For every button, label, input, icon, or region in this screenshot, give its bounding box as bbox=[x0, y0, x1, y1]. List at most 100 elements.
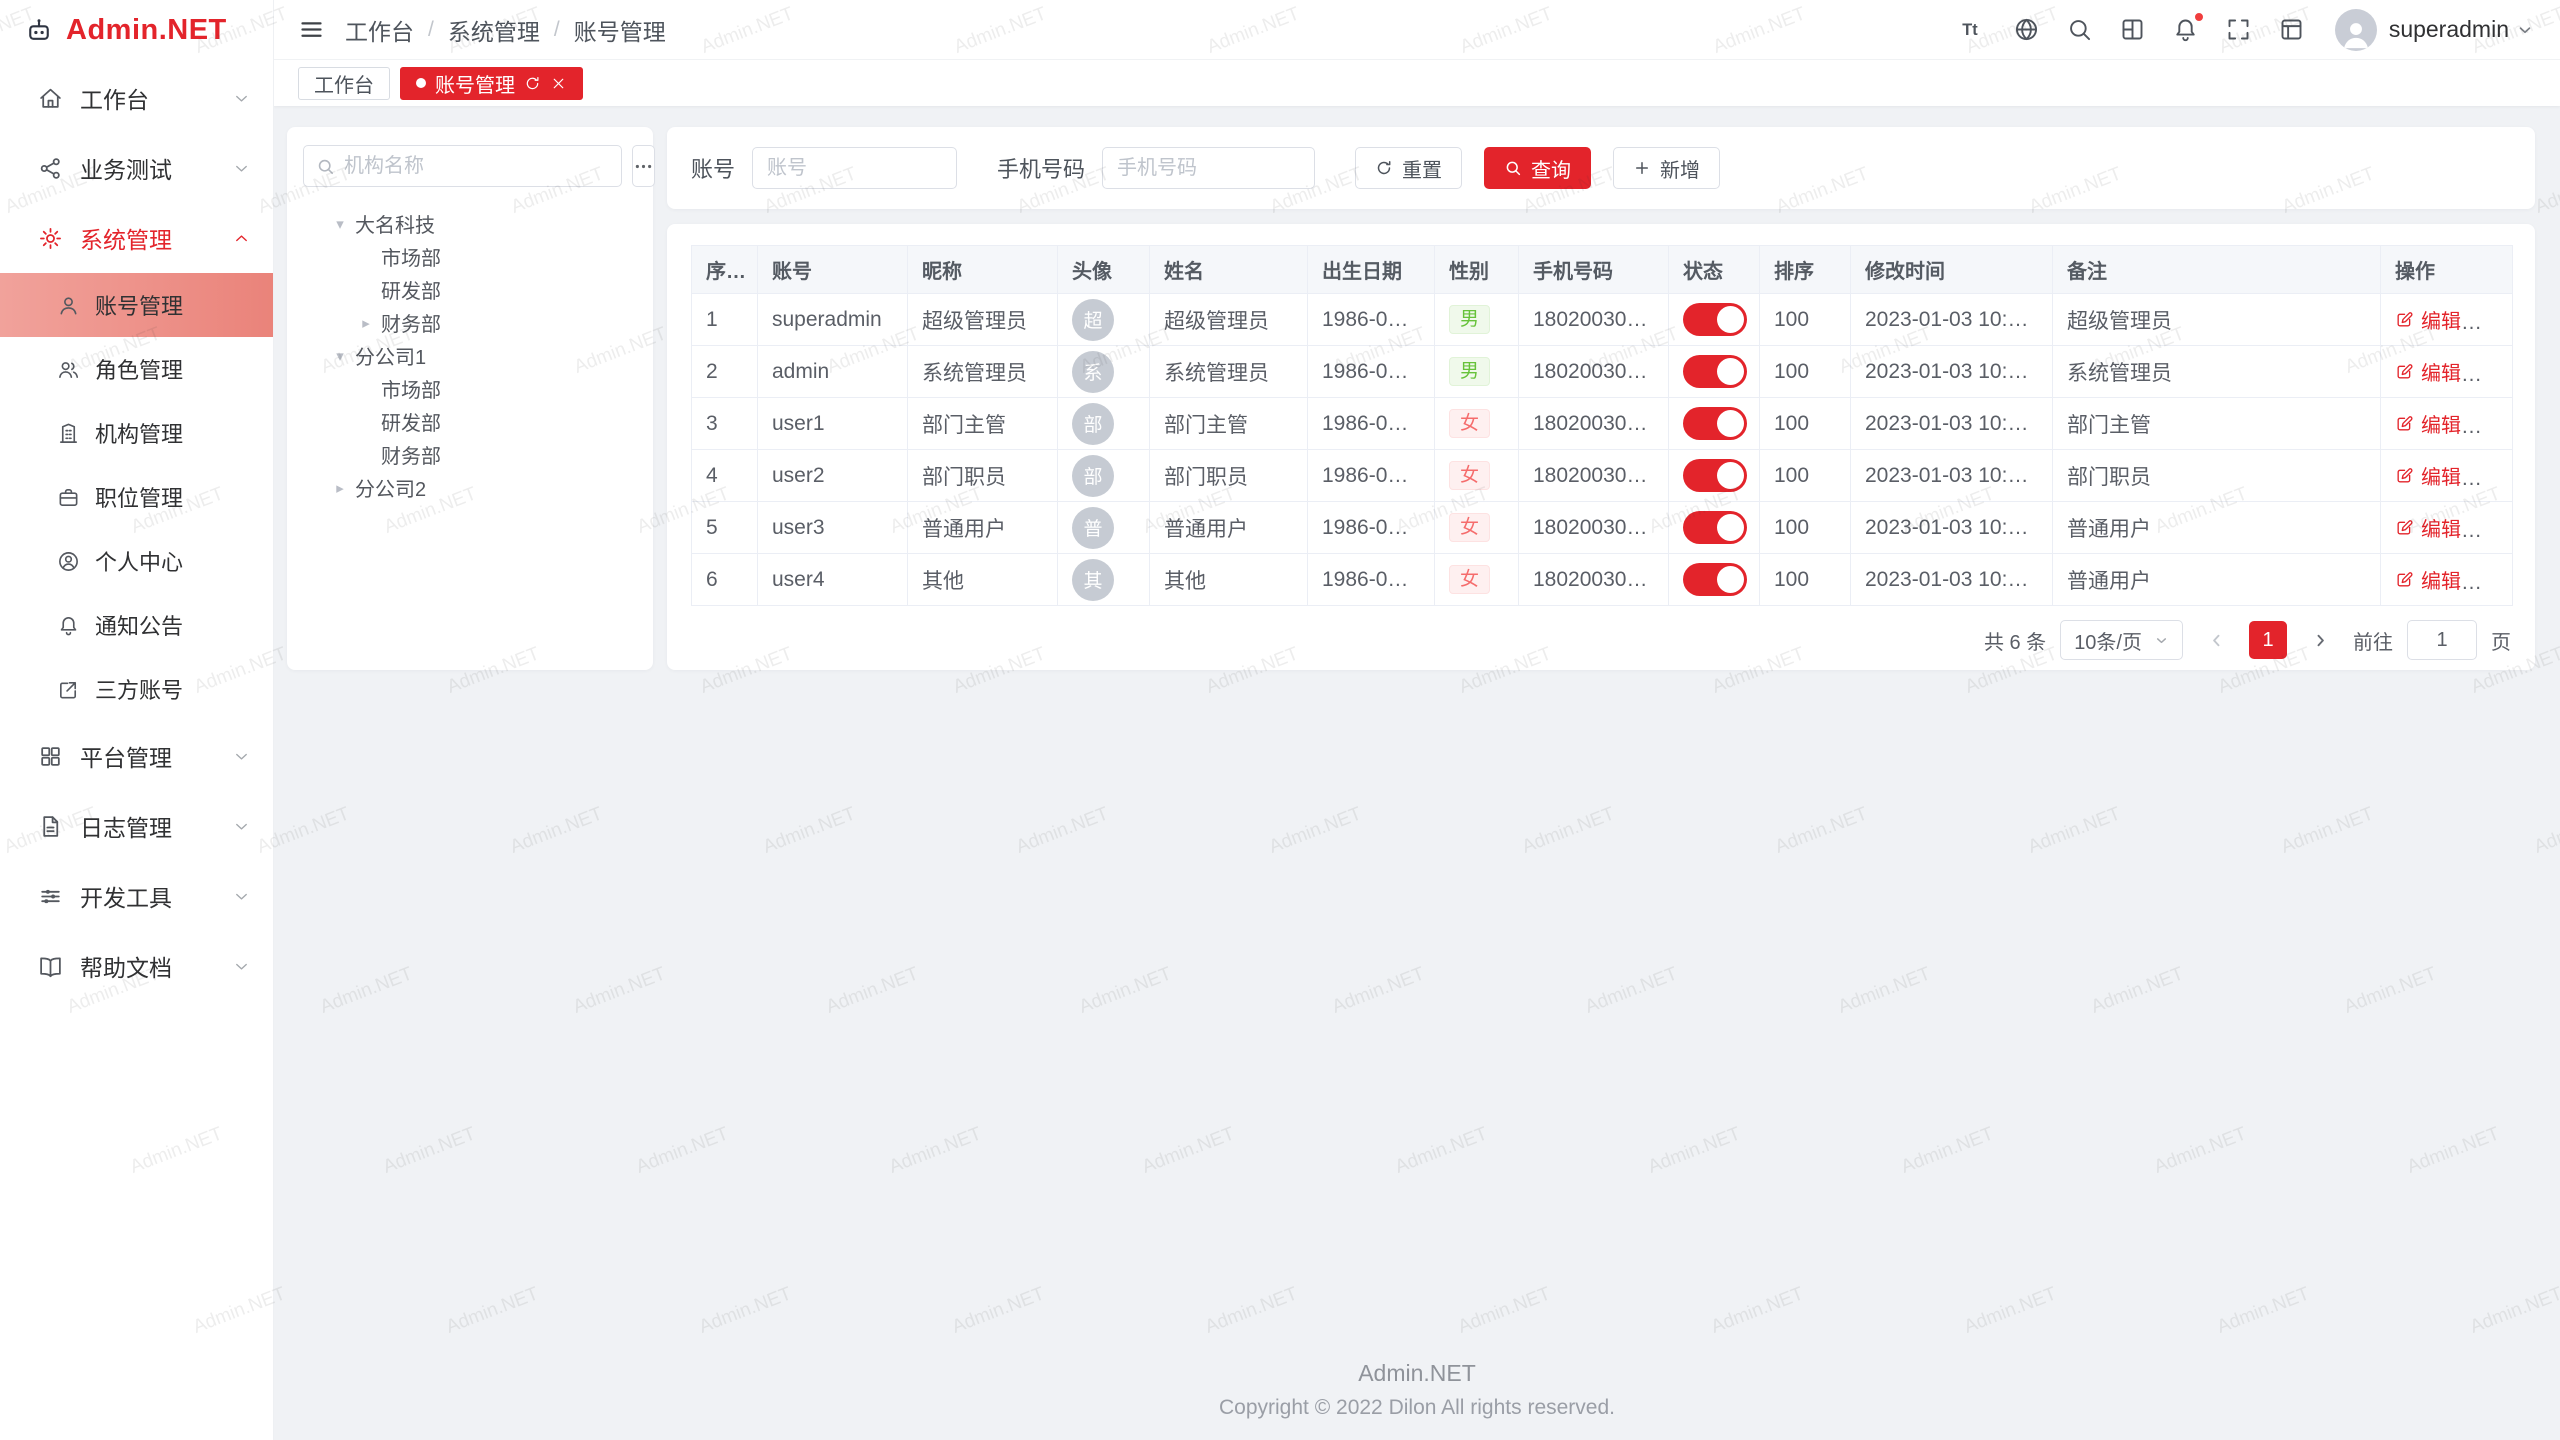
next-page-button[interactable] bbox=[2301, 621, 2339, 659]
fullscreen-icon[interactable] bbox=[2225, 16, 2252, 43]
sidebar-item-label: 角色管理 bbox=[95, 353, 251, 385]
edit-button-label: 编辑 bbox=[2421, 565, 2461, 594]
topbar-icons: Tt bbox=[1934, 16, 2305, 43]
tree-node[interactable]: 财务部 bbox=[303, 438, 637, 471]
sidebar-item-account-mgmt[interactable]: 账号管理 bbox=[0, 273, 273, 337]
row-more-button[interactable] bbox=[2481, 519, 2502, 542]
cell-phone: 18020030720 bbox=[1519, 294, 1669, 346]
row-more-button[interactable] bbox=[2481, 415, 2502, 438]
tree-node[interactable]: 市场部 bbox=[303, 240, 637, 273]
breadcrumb-item[interactable]: 账号管理 bbox=[574, 13, 666, 47]
layout-switch-icon[interactable] bbox=[2278, 16, 2305, 43]
edit-button[interactable]: 编辑 bbox=[2395, 305, 2461, 334]
add-button[interactable]: 新增 bbox=[1613, 147, 1720, 189]
sidebar-item-system-mgmt[interactable]: 系统管理 bbox=[0, 203, 273, 273]
status-toggle[interactable] bbox=[1683, 563, 1747, 596]
user-icon bbox=[57, 294, 80, 317]
tree-node[interactable]: ▸分公司2 bbox=[303, 471, 637, 504]
caret-down-icon[interactable]: ▾ bbox=[325, 347, 355, 365]
gender-badge: 女 bbox=[1449, 409, 1490, 438]
theme-config-icon[interactable] bbox=[2119, 16, 2146, 43]
tree-node[interactable]: ▾大名科技 bbox=[303, 207, 637, 240]
caret-down-icon[interactable]: ▾ bbox=[325, 215, 355, 233]
goto-page-input[interactable] bbox=[2407, 620, 2477, 660]
sidebar-item-help-docs[interactable]: 帮助文档 bbox=[0, 931, 273, 1001]
tree-node[interactable]: 市场部 bbox=[303, 372, 637, 405]
account-filter-input[interactable] bbox=[752, 147, 957, 189]
row-more-button[interactable] bbox=[2481, 571, 2502, 594]
tree-node[interactable]: ▸财务部 bbox=[303, 306, 637, 339]
status-toggle[interactable] bbox=[1683, 303, 1747, 336]
sidebar-item-platform-mgmt[interactable]: 平台管理 bbox=[0, 721, 273, 791]
tree-node-label: 市场部 bbox=[381, 374, 441, 403]
row-more-button[interactable] bbox=[2481, 311, 2502, 334]
sidebar-item-notice[interactable]: 通知公告 bbox=[0, 593, 273, 657]
more-icon bbox=[2481, 572, 2502, 593]
org-search-input[interactable] bbox=[344, 155, 609, 178]
cell-avatar: 部 bbox=[1058, 450, 1150, 502]
row-more-button[interactable] bbox=[2481, 363, 2502, 386]
edit-button[interactable]: 编辑 bbox=[2395, 461, 2461, 490]
cell-status bbox=[1669, 346, 1760, 398]
cell-sort: 100 bbox=[1760, 398, 1851, 450]
edit-button[interactable]: 编辑 bbox=[2395, 513, 2461, 542]
query-button[interactable]: 查询 bbox=[1484, 147, 1591, 189]
sidebar-item-org-mgmt[interactable]: 机构管理 bbox=[0, 401, 273, 465]
sidebar-item-personal-center[interactable]: 个人中心 bbox=[0, 529, 273, 593]
status-toggle[interactable] bbox=[1683, 407, 1747, 440]
tab-refresh-icon[interactable] bbox=[524, 75, 541, 92]
chevron-up-icon bbox=[232, 229, 251, 248]
sidebar-item-log-mgmt[interactable]: 日志管理 bbox=[0, 791, 273, 861]
sidebar-item-dev-tools[interactable]: 开发工具 bbox=[0, 861, 273, 931]
edit-button[interactable]: 编辑 bbox=[2395, 409, 2461, 438]
hamburger-icon[interactable] bbox=[298, 16, 325, 43]
reset-button[interactable]: 重置 bbox=[1355, 147, 1462, 189]
extlink-icon bbox=[57, 678, 80, 701]
cell-avatar: 其 bbox=[1058, 554, 1150, 606]
column-header-gender: 性别 bbox=[1435, 246, 1519, 294]
cell-birth: 1986-06-28 bbox=[1308, 294, 1435, 346]
tree-node[interactable]: 研发部 bbox=[303, 405, 637, 438]
breadcrumb-item[interactable]: 工作台 bbox=[345, 13, 414, 47]
tree-node[interactable]: ▾分公司1 bbox=[303, 339, 637, 372]
page-number-1[interactable]: 1 bbox=[2249, 621, 2287, 659]
username[interactable]: superadmin bbox=[2389, 16, 2509, 43]
prev-page-button[interactable] bbox=[2197, 621, 2235, 659]
user-menu-caret-icon[interactable] bbox=[2516, 21, 2534, 39]
status-toggle[interactable] bbox=[1683, 511, 1747, 544]
caret-right-icon[interactable]: ▸ bbox=[351, 314, 381, 332]
table-row: 3user1部门主管部部门主管1986-06-28女18020030720100… bbox=[692, 398, 2513, 450]
row-more-button[interactable] bbox=[2481, 467, 2502, 490]
avatar[interactable] bbox=[2335, 9, 2377, 51]
sidebar-item-position-mgmt[interactable]: 职位管理 bbox=[0, 465, 273, 529]
sidebar-item-third-party-account[interactable]: 三方账号 bbox=[0, 657, 273, 721]
cell-name: 其他 bbox=[1150, 554, 1308, 606]
edit-button[interactable]: 编辑 bbox=[2395, 565, 2461, 594]
search-icon[interactable] bbox=[2066, 16, 2093, 43]
gender-badge: 男 bbox=[1449, 305, 1490, 334]
sidebar-item-workbench[interactable]: 工作台 bbox=[0, 63, 273, 133]
sidebar-item-business-test[interactable]: 业务测试 bbox=[0, 133, 273, 203]
phone-filter-input[interactable] bbox=[1102, 147, 1315, 189]
tab-account-mgmt[interactable]: 账号管理 bbox=[400, 67, 583, 100]
sidebar-item-role-mgmt[interactable]: 角色管理 bbox=[0, 337, 273, 401]
tab-close-icon[interactable] bbox=[550, 75, 567, 92]
language-icon[interactable] bbox=[2013, 16, 2040, 43]
caret-right-icon[interactable]: ▸ bbox=[325, 479, 355, 497]
cell-sort: 100 bbox=[1760, 294, 1851, 346]
main-area: 工作台/系统管理/账号管理 Tt superadmin 工作台账号管理 bbox=[274, 0, 2560, 1440]
font-size-icon[interactable]: Tt bbox=[1960, 16, 1987, 43]
breadcrumb-item[interactable]: 系统管理 bbox=[448, 13, 540, 47]
notification-bell-icon[interactable] bbox=[2172, 16, 2199, 43]
tab-workbench[interactable]: 工作台 bbox=[298, 67, 390, 100]
tree-node-label: 分公司1 bbox=[355, 341, 426, 370]
page-size-select[interactable]: 10条/页 bbox=[2060, 620, 2183, 660]
org-search-box bbox=[303, 145, 622, 187]
cell-phone: 18020030720 bbox=[1519, 398, 1669, 450]
status-toggle[interactable] bbox=[1683, 459, 1747, 492]
edit-button[interactable]: 编辑 bbox=[2395, 357, 2461, 386]
status-toggle[interactable] bbox=[1683, 355, 1747, 388]
tree-more-button[interactable] bbox=[632, 145, 655, 187]
tree-node[interactable]: 研发部 bbox=[303, 273, 637, 306]
account-filter-label: 账号 bbox=[691, 152, 735, 184]
